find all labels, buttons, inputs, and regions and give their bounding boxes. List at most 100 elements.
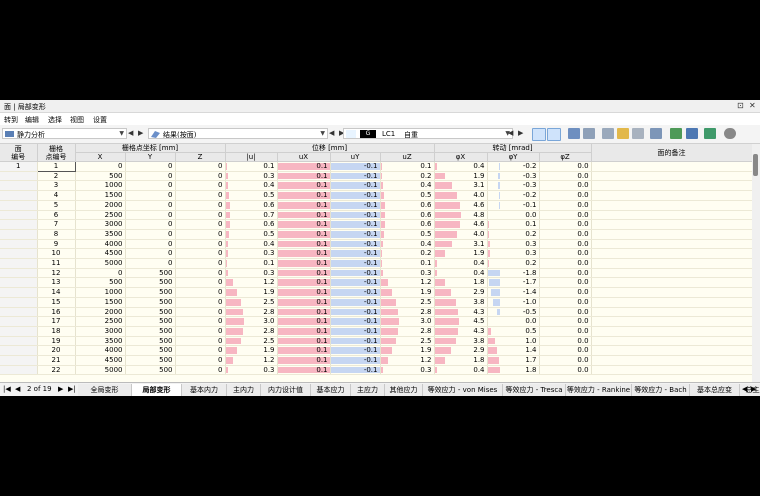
x-coord-cell[interactable]: 1500: [75, 190, 126, 201]
table-row[interactable]: 20 4000 500 0 1.9 0.1 -0.1 1.9 2.9 1.4 0.0: [0, 345, 752, 357]
phy-cell[interactable]: 1.4: [487, 345, 540, 357]
filter-icon[interactable]: [686, 128, 698, 139]
phz-cell[interactable]: 0.0: [539, 248, 592, 260]
uy-cell[interactable]: -0.1: [330, 326, 381, 337]
u-total-cell[interactable]: 0.1: [225, 161, 278, 172]
ux-cell[interactable]: 0.1: [277, 268, 331, 279]
last-page-icon[interactable]: ▶|: [68, 385, 76, 393]
phx-cell[interactable]: 0.4: [434, 258, 488, 269]
x-coord-cell[interactable]: 2000: [75, 200, 126, 211]
phz-cell[interactable]: 0.0: [539, 180, 592, 192]
phy-cell[interactable]: 1.8: [487, 365, 540, 376]
grid-point-cell[interactable]: 6: [37, 210, 76, 221]
menu-view[interactable]: 视图: [70, 115, 84, 125]
export-icon[interactable]: [602, 128, 614, 139]
z-coord-cell[interactable]: 0: [175, 161, 226, 172]
comment-cell[interactable]: [591, 210, 752, 221]
tab-1[interactable]: 全局变形: [78, 384, 132, 396]
phy-cell[interactable]: 0.0: [487, 210, 540, 221]
uy-cell[interactable]: -0.1: [330, 268, 381, 279]
uz-cell[interactable]: 0.2: [380, 171, 435, 182]
uz-cell[interactable]: 0.6: [380, 219, 435, 230]
phz-cell[interactable]: 0.0: [539, 190, 592, 201]
uy-cell[interactable]: -0.1: [330, 287, 381, 298]
u-total-cell[interactable]: 0.1: [225, 258, 278, 269]
phz-cell[interactable]: 0.0: [539, 316, 592, 327]
tabs-scroll-right-icon[interactable]: ▶: [751, 385, 756, 393]
table-row[interactable]: 17 2500 500 0 3.0 0.1 -0.1 3.0 4.5 0.0 0.0: [0, 316, 752, 327]
table-row[interactable]: 22 5000 500 0 0.3 0.1 -0.1 0.3 0.4 1.8 0.0: [0, 365, 752, 376]
grid-point-cell[interactable]: 19: [37, 336, 76, 347]
grid-point-cell[interactable]: 15: [37, 297, 76, 308]
y-coord-cell[interactable]: 0: [125, 239, 176, 250]
decimal-icon[interactable]: [704, 128, 716, 139]
table-row[interactable]: 12 0 500 0 0.3 0.1 -0.1 0.3 0.4 -1.8 0.0: [0, 268, 752, 279]
grid-point-cell[interactable]: 18: [37, 326, 76, 337]
phz-cell[interactable]: 0.0: [539, 336, 592, 347]
uz-cell[interactable]: 0.4: [380, 239, 435, 250]
comment-cell[interactable]: [591, 365, 752, 376]
phy-cell[interactable]: -1.8: [487, 268, 540, 279]
comment-cell[interactable]: [591, 307, 752, 318]
tab-7[interactable]: 主应力: [351, 384, 385, 396]
menu-edit[interactable]: 编辑: [25, 115, 39, 125]
phz-cell[interactable]: 0.0: [539, 326, 592, 337]
z-coord-cell[interactable]: 0: [175, 268, 226, 279]
z-coord-cell[interactable]: 0: [175, 229, 226, 240]
phz-cell[interactable]: 0.0: [539, 219, 592, 230]
phy-cell[interactable]: -1.4: [487, 287, 540, 298]
prev-result-icon[interactable]: ◀: [329, 129, 334, 137]
z-coord-cell[interactable]: 0: [175, 258, 226, 269]
ux-cell[interactable]: 0.1: [277, 171, 331, 182]
phy-cell[interactable]: 0.0: [487, 316, 540, 327]
table-row[interactable]: 18 3000 500 0 2.8 0.1 -0.1 2.8 4.3 0.5 0.0: [0, 326, 752, 337]
table-row[interactable]: 1 1 0 0 0 0.1 0.1 -0.1 0.1 0.4 -0.2 0.0: [0, 161, 752, 172]
phx-cell[interactable]: 1.9: [434, 171, 488, 182]
phx-cell[interactable]: 4.6: [434, 219, 488, 230]
x-coord-cell[interactable]: 2000: [75, 307, 126, 318]
phz-cell[interactable]: 0.0: [539, 171, 592, 182]
z-coord-cell[interactable]: 0: [175, 171, 226, 182]
comment-cell[interactable]: [591, 268, 752, 279]
uz-cell[interactable]: 0.2: [380, 248, 435, 260]
excel-icon[interactable]: [670, 128, 682, 139]
y-coord-cell[interactable]: 0: [125, 180, 176, 192]
phz-cell[interactable]: 0.0: [539, 287, 592, 298]
y-coord-cell[interactable]: 0: [125, 210, 176, 221]
ux-cell[interactable]: 0.1: [277, 307, 331, 318]
z-coord-cell[interactable]: 0: [175, 307, 226, 318]
pin-icon[interactable]: ⊡: [737, 101, 744, 110]
phy-cell[interactable]: -1.0: [487, 297, 540, 308]
uy-cell[interactable]: -0.1: [330, 345, 381, 357]
next-analysis-icon[interactable]: ▶: [138, 129, 143, 137]
phx-cell[interactable]: 2.9: [434, 345, 488, 357]
comment-cell[interactable]: [591, 161, 752, 172]
y-coord-cell[interactable]: 0: [125, 200, 176, 211]
comment-cell[interactable]: [591, 355, 752, 366]
y-coord-cell[interactable]: 0: [125, 219, 176, 230]
u-total-cell[interactable]: 2.8: [225, 326, 278, 337]
table-row[interactable]: 5 2000 0 0 0.6 0.1 -0.1 0.6 4.6 -0.1 0.0: [0, 200, 752, 211]
y-coord-cell[interactable]: 500: [125, 297, 176, 308]
phy-cell[interactable]: -0.3: [487, 171, 540, 182]
x-coord-cell[interactable]: 3500: [75, 336, 126, 347]
table-row[interactable]: 6 2500 0 0 0.7 0.1 -0.1 0.6 4.8 0.0 0.0: [0, 210, 752, 221]
uz-cell[interactable]: 1.2: [380, 355, 435, 366]
close-icon[interactable]: ✕: [749, 101, 756, 110]
table-row[interactable]: 7 3000 0 0 0.6 0.1 -0.1 0.6 4.6 0.1 0.0: [0, 219, 752, 230]
phy-cell[interactable]: -0.5: [487, 307, 540, 318]
y-coord-cell[interactable]: 500: [125, 326, 176, 337]
ux-cell[interactable]: 0.1: [277, 258, 331, 269]
comment-cell[interactable]: [591, 180, 752, 192]
table-icon[interactable]: [583, 128, 595, 139]
x-coord-cell[interactable]: 500: [75, 277, 126, 289]
grid-point-cell[interactable]: 10: [37, 248, 76, 260]
phz-cell[interactable]: 0.0: [539, 307, 592, 318]
uy-cell[interactable]: -0.1: [330, 355, 381, 366]
z-coord-cell[interactable]: 0: [175, 239, 226, 250]
comment-cell[interactable]: [591, 239, 752, 250]
tab-11[interactable]: 等效应力 - Rankine: [566, 384, 632, 396]
table-row[interactable]: 9 4000 0 0 0.4 0.1 -0.1 0.4 3.1 0.3 0.0: [0, 239, 752, 250]
y-coord-cell[interactable]: 500: [125, 268, 176, 279]
u-total-cell[interactable]: 0.5: [225, 190, 278, 201]
